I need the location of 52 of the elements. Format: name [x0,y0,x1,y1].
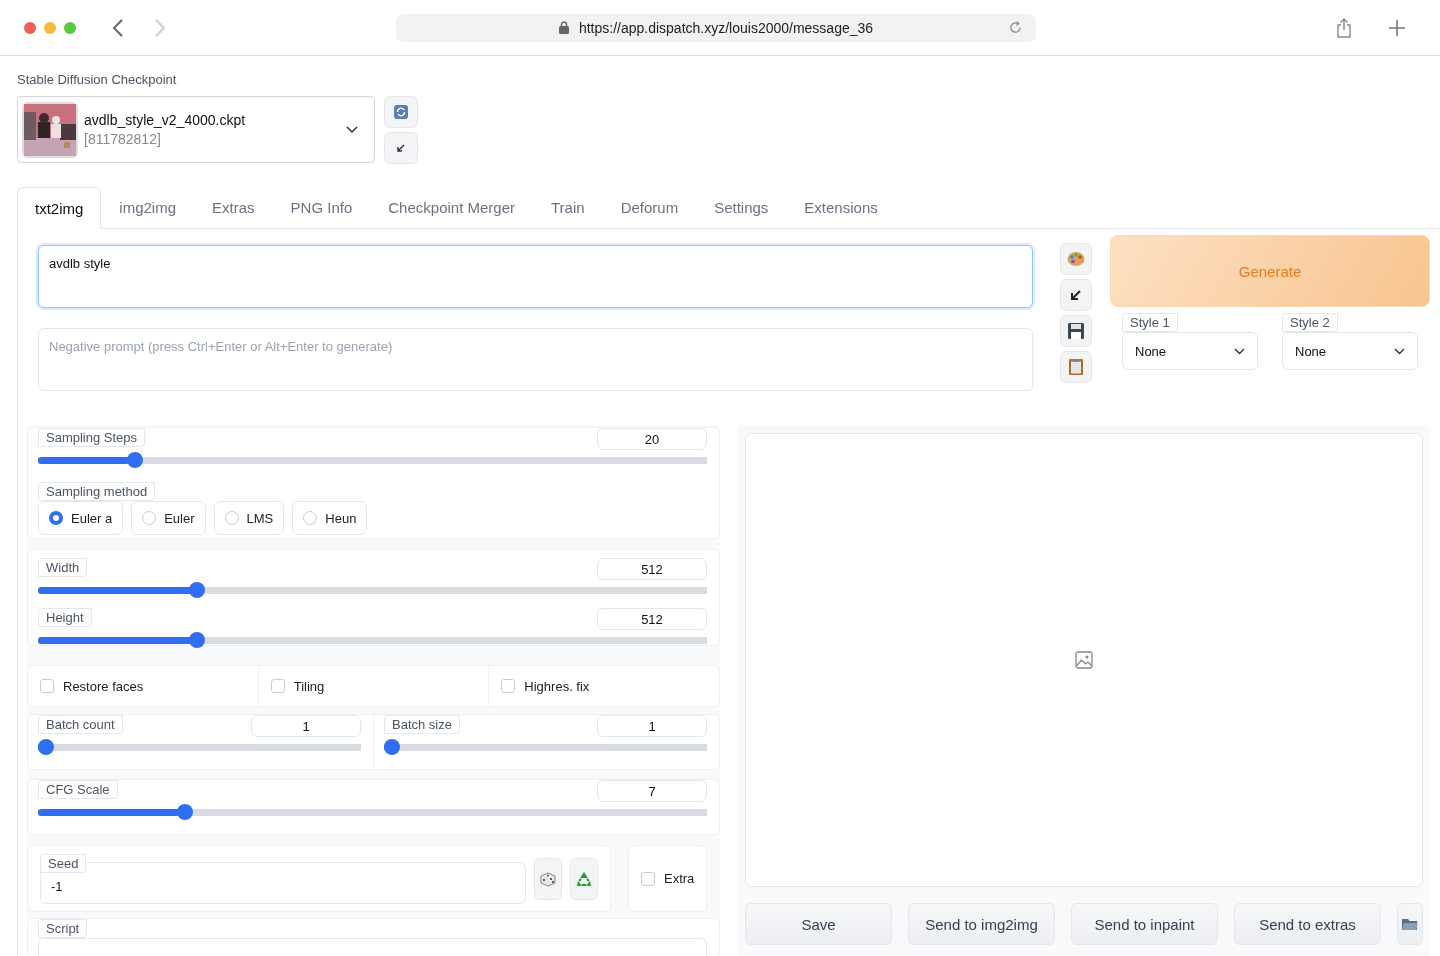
radio-option[interactable]: LMS [213,501,285,535]
output-button[interactable]: Send to extras [1234,903,1381,945]
style-dropdown[interactable]: None [1282,332,1418,370]
slider-label: Width [38,558,88,577]
negative-prompt-field[interactable]: Negative prompt (press Ctrl+Enter or Alt+Enter to generate) [38,328,1034,391]
checkbox-label: Restore faces [63,678,144,694]
tab[interactable]: PNG Info [272,186,371,228]
number-field[interactable]: 1 [251,715,361,737]
tab[interactable]: Checkpoint Merger [370,186,533,228]
style-label: Style 2 [1282,313,1338,332]
style-dropdown[interactable]: None [1122,332,1258,370]
address-bar[interactable]: https://app.dispatch.xyz/louis2000/message_36 [396,13,1036,42]
style-label: Style 1 [1122,313,1178,332]
script-label: Script [38,919,88,938]
number-field[interactable]: 1 [597,715,707,737]
slider-label: Height [38,608,92,627]
tab[interactable]: img2img [101,186,195,228]
checkpoint-dropdown[interactable]: avdlb_style_v2_4000.ckpt [811782812] [17,96,375,163]
checkbox-label: Tiling [293,678,325,694]
number-field[interactable]: 7 [597,780,707,802]
checkpoint-hash: [811782812] [84,131,162,147]
number-field[interactable]: 20 [597,428,707,450]
slider-label: Batch size [384,715,460,734]
radio-label: Heun [325,510,357,526]
tab[interactable]: txt2img [17,187,102,229]
output-button[interactable]: Send to img2img [908,903,1055,945]
radio-option[interactable]: Euler [131,501,206,535]
tab[interactable]: Train [533,186,603,228]
radio-label: LMS [246,510,274,526]
prompt-field[interactable]: avdlb style [38,245,1034,308]
number-field[interactable]: 512 [597,608,707,630]
tab[interactable]: Extensions [786,186,896,228]
output-button[interactable]: Save [745,903,892,945]
tab[interactable]: Settings [696,186,787,228]
radio-label: Euler a [71,510,113,526]
sampling-method-label: Sampling method [38,482,156,501]
output-button[interactable]: Send to inpaint [1071,903,1218,945]
radio-label: Euler [164,510,195,526]
checkpoint-label: Stable Diffusion Checkpoint [17,72,178,87]
checkpoint-name: avdlb_style_v2_4000.ckpt [84,112,247,128]
checkbox-label: Highres. fix [524,678,590,694]
radio-option[interactable]: Euler a [38,501,124,535]
slider-label: CFG Scale [38,780,118,799]
number-field[interactable]: 512 [597,558,707,580]
checkbox-label: Extra [664,871,695,886]
seed-label: Seed [40,853,87,873]
tab[interactable]: Deforum [602,186,697,228]
radio-option[interactable]: Heun [292,501,368,535]
url-text: https://app.dispatch.xyz/louis2000/message_36 [578,19,874,36]
slider-label: Sampling Steps [38,428,146,447]
tab[interactable]: Extras [194,186,273,228]
slider-label: Batch count [38,715,123,734]
